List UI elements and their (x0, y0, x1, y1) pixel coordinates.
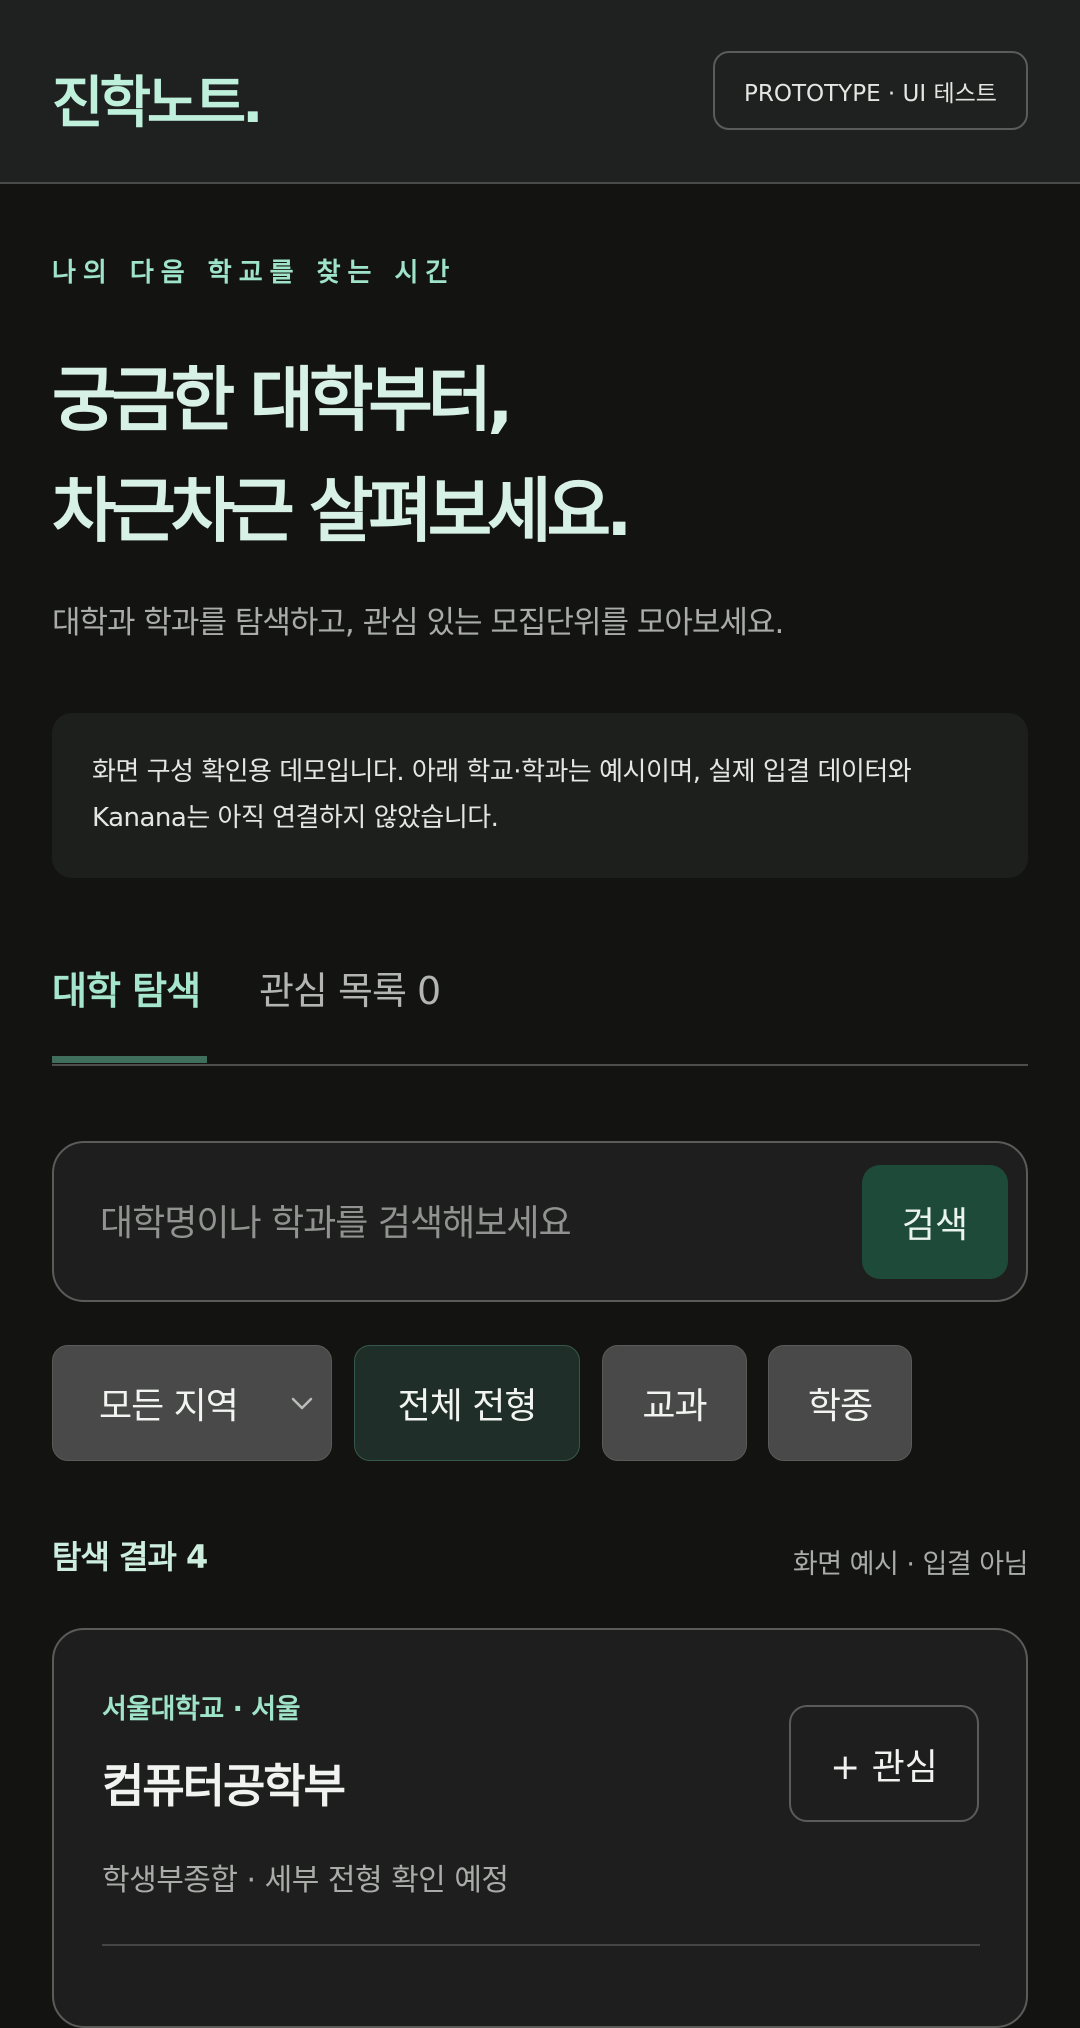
search-input[interactable] (100, 1183, 820, 1263)
hero-subtitle: 대학과 학과를 탐색하고, 관심 있는 모집단위를 모아보세요. (52, 605, 784, 641)
hero-title-line-2: 차근차근 살펴보세요. (52, 470, 633, 552)
card-admission-detail: 학생부종합 · 세부 전형 확인 예정 (102, 1863, 509, 1898)
hero-eyebrow: 나의 다음 학교를 찾는 시간 (52, 258, 457, 288)
demo-notice-text: 화면 구성 확인용 데모입니다. 아래 학교·학과는 예시이며, 실제 입결 데… (92, 757, 912, 833)
app-header: 진학노트. PROTOTYPE · UI 테스트 (0, 0, 1080, 184)
filter-chip-holistic[interactable]: 학종 (768, 1345, 912, 1461)
add-favorite-button[interactable]: + 관심 (789, 1705, 979, 1822)
chevron-down-icon (291, 1397, 313, 1410)
app-logo[interactable]: 진학노트. (52, 58, 263, 139)
hero-title-line-1: 궁금한 대학부터, (52, 359, 514, 441)
demo-notice: 화면 구성 확인용 데모입니다. 아래 학교·학과는 예시이며, 실제 입결 데… (52, 713, 1028, 878)
card-major: 컴퓨터공학부 (102, 1759, 346, 1813)
region-select-label: 모든 지역 (99, 1386, 239, 1427)
tab-bar: 대학 탐색 관심 목록 0 (52, 960, 1028, 1066)
hero-title: 궁금한 대학부터, 차근차근 살펴보세요. (52, 345, 633, 567)
filter-chip-subject[interactable]: 교과 (602, 1345, 747, 1461)
result-card[interactable]: 서울대학교 · 서울 컴퓨터공학부 학생부종합 · 세부 전형 확인 예정 + … (52, 1628, 1028, 2028)
search-box: 검색 (52, 1141, 1028, 1302)
results-meta: 화면 예시 · 입결 아님 (792, 1549, 1029, 1580)
active-tab-indicator (52, 1056, 207, 1063)
prototype-badge: PROTOTYPE · UI 테스트 (713, 51, 1028, 130)
tab-favorites[interactable]: 관심 목록 0 (259, 960, 441, 1015)
logo-dot: . (242, 71, 263, 136)
card-divider (102, 1944, 980, 1946)
tab-university-search[interactable]: 대학 탐색 (52, 960, 201, 1015)
filter-chip-all-types[interactable]: 전체 전형 (354, 1345, 580, 1461)
results-count: 탐색 결과 4 (52, 1538, 208, 1576)
search-button[interactable]: 검색 (862, 1165, 1008, 1279)
logo-text: 진학노트 (52, 71, 246, 136)
card-university: 서울대학교 · 서울 (102, 1694, 300, 1725)
region-select[interactable]: 모든 지역 (52, 1345, 332, 1461)
